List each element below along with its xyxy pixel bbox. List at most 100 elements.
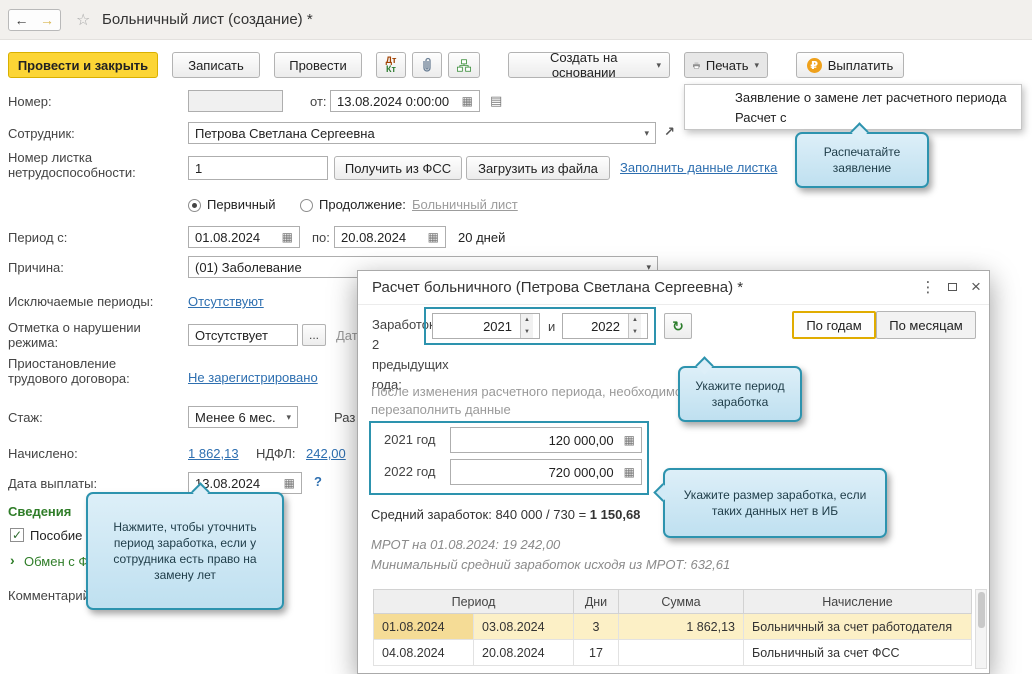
cell-period-to[interactable]: 20.08.2024 xyxy=(473,639,574,666)
chevron-down-icon[interactable]: ▾ xyxy=(640,128,649,139)
callout-period-hint: Укажите период заработка xyxy=(678,356,802,422)
violation-label-2: режима: xyxy=(8,335,59,350)
cell-period-from[interactable]: 04.08.2024 xyxy=(373,639,474,666)
get-from-fss-button[interactable]: Получить из ФСС xyxy=(334,156,462,180)
earnings-2022-input[interactable]: 720 000,00 ▦ xyxy=(450,459,642,485)
excluded-link[interactable]: Отсутствуют xyxy=(188,294,264,309)
accrued-link[interactable]: 1 862,13 xyxy=(188,446,239,461)
year-to-spinner[interactable]: 2022 ▲ ▼ xyxy=(562,313,648,339)
calculator-icon[interactable]: ▦ xyxy=(620,434,635,446)
select-from-list-icon[interactable]: ▤ xyxy=(490,93,502,109)
back-icon: ← xyxy=(14,12,29,28)
violation-more-button[interactable]: ... xyxy=(302,324,326,346)
cell-sum[interactable] xyxy=(618,639,744,666)
benefit-checkbox[interactable]: ✓ xyxy=(10,528,24,542)
nav-back-button[interactable]: ← xyxy=(8,9,35,31)
table-header-row: Период Дни Сумма Начисление xyxy=(373,589,972,614)
dt-kt-button[interactable]: Дт Кт xyxy=(376,52,406,78)
pay-button[interactable]: ₽ Выплатить xyxy=(796,52,904,78)
year-from-spinner[interactable]: 2021 ▲ ▼ xyxy=(432,313,540,339)
create-based-on-button[interactable]: Создать на основании ▾ xyxy=(508,50,670,80)
fill-sheet-link[interactable]: Заполнить данные листка xyxy=(620,160,777,175)
excluded-label: Исключаемые периоды: xyxy=(8,294,154,309)
cell-accrual[interactable]: Больничный за счет работодателя xyxy=(743,613,972,640)
help-icon[interactable]: ? xyxy=(314,474,322,489)
cell-sum[interactable]: 1 862,13 xyxy=(618,613,744,640)
continuation-radio-label[interactable]: Продолжение: xyxy=(319,197,406,212)
period-to-input[interactable]: 20.08.2024 ▦ xyxy=(334,226,446,248)
expander-icon[interactable]: › xyxy=(10,552,15,568)
period-from-input[interactable]: 01.08.2024 ▦ xyxy=(188,226,300,248)
table-row[interactable]: 01.08.2024 03.08.2024 3 1 862,13 Больнич… xyxy=(373,613,972,640)
menu-item-statement[interactable]: Заявление о замене лет расчетного период… xyxy=(685,88,1021,108)
earnings-row-label: 2021 год xyxy=(384,432,436,447)
calculator-icon[interactable]: ▦ xyxy=(620,466,635,478)
cell-days[interactable]: 3 xyxy=(573,613,619,640)
spin-down-icon[interactable]: ▼ xyxy=(629,326,641,338)
calendar-icon[interactable]: ▦ xyxy=(278,231,293,243)
more-icon: ⋮ xyxy=(920,279,936,296)
maximize-button[interactable] xyxy=(942,277,962,297)
info-section-header[interactable]: Сведения xyxy=(8,504,71,519)
menu-item-calculation[interactable]: Расчет с xyxy=(685,108,1021,128)
ndfl-link[interactable]: 242,00 xyxy=(306,446,346,461)
column-header-accrual[interactable]: Начисление xyxy=(743,589,972,614)
chevron-down-icon[interactable]: ▾ xyxy=(282,412,291,423)
calendar-icon[interactable]: ▦ xyxy=(424,231,439,243)
doc-date-input[interactable]: 13.08.2024 0:00:00 ▦ xyxy=(330,90,480,112)
scrollbar-thumb[interactable] xyxy=(978,592,985,628)
print-button[interactable]: Печать ▾ xyxy=(684,52,768,78)
related-documents-button[interactable] xyxy=(448,52,480,78)
calendar-icon[interactable]: ▦ xyxy=(280,477,295,489)
by-months-toggle[interactable]: По месяцам xyxy=(876,311,976,339)
cell-days[interactable]: 17 xyxy=(573,639,619,666)
structure-icon xyxy=(457,58,471,72)
write-button[interactable]: Записать xyxy=(172,52,260,78)
refresh-icon: ↻ xyxy=(672,317,684,334)
nav-forward-button[interactable]: → xyxy=(34,9,61,31)
earnings-2021-input[interactable]: 120 000,00 ▦ xyxy=(450,427,642,453)
close-button[interactable]: × xyxy=(966,277,986,297)
scrollbar-track[interactable] xyxy=(975,589,987,669)
column-header-period[interactable]: Период xyxy=(373,589,574,614)
average-earnings-text: Средний заработок: 840 000 / 730 = 1 150… xyxy=(371,507,640,522)
primary-radio-label[interactable]: Первичный xyxy=(207,197,276,212)
favorite-star-icon[interactable]: ☆ xyxy=(76,10,90,30)
post-and-close-button[interactable]: Провести и закрыть xyxy=(8,52,158,78)
employee-input[interactable]: Петрова Светлана Сергеевна ▾ xyxy=(188,122,656,144)
refresh-button[interactable]: ↻ xyxy=(664,313,692,339)
average-prefix: Средний заработок: 840 000 / 730 = xyxy=(371,507,590,522)
violation-select[interactable]: Отсутствует xyxy=(188,324,298,346)
sick-list-link[interactable]: Больничный лист xyxy=(412,197,518,212)
callout-print-hint: Распечатайте заявление xyxy=(795,122,929,188)
column-header-sum[interactable]: Сумма xyxy=(618,589,744,614)
spin-down-icon[interactable]: ▼ xyxy=(521,326,533,338)
benefit-label[interactable]: Пособие xyxy=(30,528,82,543)
primary-radio[interactable] xyxy=(188,199,201,212)
cell-accrual[interactable]: Больничный за счет ФСС xyxy=(743,639,972,666)
load-from-file-button[interactable]: Загрузить из файла xyxy=(466,156,610,180)
attach-button[interactable] xyxy=(412,52,442,78)
more-button[interactable]: ⋮ xyxy=(918,277,938,297)
continuation-radio[interactable] xyxy=(300,199,313,212)
create-based-on-label: Создать на основании xyxy=(550,50,618,80)
ellipsis-icon: ... xyxy=(308,328,319,342)
maximize-icon xyxy=(947,283,957,291)
sick-number-input[interactable]: 1 xyxy=(188,156,328,180)
sick-number-label-2: нетрудоспособности: xyxy=(8,165,136,180)
column-header-days[interactable]: Дни xyxy=(573,589,619,614)
number-input[interactable] xyxy=(188,90,283,112)
seniority-select[interactable]: Менее 6 мес. ▾ xyxy=(188,406,298,428)
post-button[interactable]: Провести xyxy=(274,52,362,78)
open-icon[interactable]: ↗ xyxy=(664,124,675,140)
period-days-text: 20 дней xyxy=(458,230,506,245)
calendar-icon[interactable]: ▦ xyxy=(458,95,473,107)
table-row[interactable]: 04.08.2024 20.08.2024 17 Больничный за с… xyxy=(373,639,972,666)
by-years-toggle[interactable]: По годам xyxy=(792,311,876,339)
cell-period-from[interactable]: 01.08.2024 xyxy=(373,613,474,640)
spin-up-icon[interactable]: ▲ xyxy=(629,314,641,326)
suspension-link[interactable]: Не зарегистрировано xyxy=(188,370,318,385)
cell-period-to[interactable]: 03.08.2024 xyxy=(473,613,574,640)
spin-up-icon[interactable]: ▲ xyxy=(521,314,533,326)
seniority-value: Менее 6 мес. xyxy=(195,409,276,425)
